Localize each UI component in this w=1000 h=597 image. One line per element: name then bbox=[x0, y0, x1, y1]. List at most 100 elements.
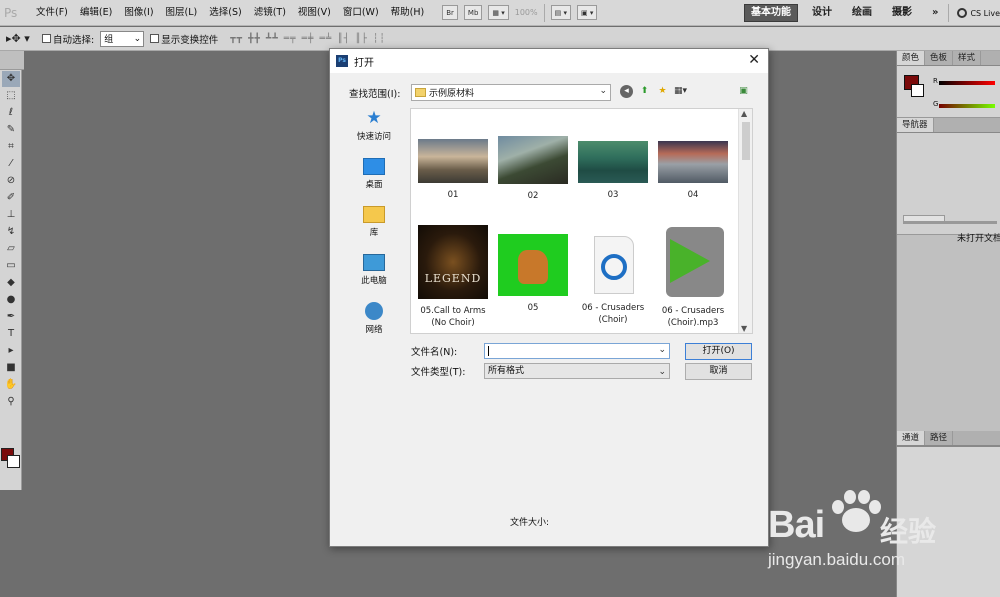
path-select-tool-icon[interactable]: ▸ bbox=[2, 343, 20, 359]
menu-select[interactable]: 选择(S) bbox=[203, 0, 247, 26]
tab-navigator[interactable]: 导航器 bbox=[897, 118, 934, 132]
workspace-painting[interactable]: 绘画 bbox=[842, 0, 882, 26]
menu-edit[interactable]: 编辑(E) bbox=[74, 0, 118, 26]
gradient-tool-icon[interactable]: ▭ bbox=[2, 258, 20, 274]
file-item[interactable]: 02 bbox=[494, 136, 572, 202]
tab-styles[interactable]: 样式 bbox=[953, 51, 982, 65]
menu-image[interactable]: 图像(I) bbox=[118, 0, 159, 26]
file-item[interactable]: 04 bbox=[654, 141, 732, 201]
tab-color[interactable]: 颜色 bbox=[897, 51, 926, 65]
background-color-swatch[interactable] bbox=[7, 455, 20, 468]
vertical-scrollbar[interactable]: ▲ ▼ bbox=[738, 109, 752, 333]
look-in-dropdown[interactable]: 示例原材料 ⌄ bbox=[411, 84, 611, 101]
clone-stamp-tool-icon[interactable]: ⊥ bbox=[2, 207, 20, 223]
workspace-essentials[interactable]: 基本功能 bbox=[743, 4, 798, 22]
shape-tool-icon[interactable]: ■ bbox=[2, 360, 20, 376]
marquee-tool-icon[interactable]: ⬚ bbox=[2, 88, 20, 104]
type-tool-icon[interactable]: T bbox=[2, 326, 20, 342]
workspace-design[interactable]: 设计 bbox=[802, 0, 842, 26]
zoom-level[interactable]: 100% bbox=[515, 8, 538, 17]
file-item[interactable]: LEGEND 05.Call to Arms (No Choir) bbox=[414, 225, 492, 329]
scroll-thumb[interactable] bbox=[742, 122, 750, 160]
show-transform-checkbox[interactable]: 显示变换控件 bbox=[150, 32, 218, 46]
distribute-right-icon[interactable]: ║├ bbox=[355, 34, 368, 44]
menu-window[interactable]: 窗口(W) bbox=[337, 0, 385, 26]
new-folder-icon[interactable]: ★ bbox=[656, 85, 669, 98]
auto-align-icon[interactable]: ┆┆ bbox=[373, 34, 386, 44]
background-color-swatch[interactable] bbox=[911, 84, 924, 97]
r-channel-slider[interactable] bbox=[939, 81, 995, 85]
checkbox-icon[interactable] bbox=[150, 34, 160, 43]
file-item[interactable]: 03 bbox=[574, 141, 652, 201]
cancel-button[interactable]: 取消 bbox=[685, 363, 752, 380]
align-middle-icon[interactable]: ╋╋ bbox=[248, 34, 261, 44]
scroll-up-icon[interactable]: ▲ bbox=[741, 109, 747, 118]
scroll-down-icon[interactable]: ▼ bbox=[741, 324, 747, 333]
move-tool-icon[interactable]: ✥ bbox=[2, 71, 20, 87]
history-brush-tool-icon[interactable]: ↯ bbox=[2, 224, 20, 240]
file-item[interactable]: 06 - Crusaders (Choir) bbox=[574, 234, 652, 326]
brush-tool-icon[interactable]: ✐ bbox=[2, 190, 20, 206]
place-network[interactable]: 网络 bbox=[340, 298, 408, 346]
more-workspaces-button[interactable]: » bbox=[922, 0, 948, 26]
distribute-left-icon[interactable]: ║┤ bbox=[337, 34, 350, 44]
place-this-pc[interactable]: 此电脑 bbox=[340, 250, 408, 298]
open-button[interactable]: 打开(O) bbox=[685, 343, 752, 360]
hand-tool-icon[interactable]: ✋ bbox=[2, 377, 20, 393]
zoom-tool-icon[interactable]: ⚲ bbox=[2, 394, 20, 410]
view-extras-button[interactable]: ▦ ▾ bbox=[488, 5, 509, 20]
file-item[interactable]: 05 bbox=[494, 234, 572, 314]
align-bottom-icon[interactable]: ┻┻ bbox=[266, 34, 279, 44]
tab-paths[interactable]: 路径 bbox=[925, 431, 954, 445]
menu-filter[interactable]: 滤镜(T) bbox=[248, 0, 292, 26]
bridge-button[interactable]: Br bbox=[442, 5, 458, 20]
auto-select-checkbox[interactable]: 自动选择: bbox=[42, 32, 94, 46]
pen-tool-icon[interactable]: ✒ bbox=[2, 309, 20, 325]
crop-tool-icon[interactable]: ⌗ bbox=[2, 139, 20, 155]
file-item[interactable]: 06 - Crusaders (Choir).mp3 bbox=[654, 225, 732, 329]
distribute-bottom-icon[interactable]: ═╧ bbox=[319, 34, 332, 44]
nav-zoom-slider[interactable] bbox=[903, 221, 997, 224]
menu-help[interactable]: 帮助(H) bbox=[385, 0, 431, 26]
arrange-documents-button[interactable]: ▤ ▾ bbox=[550, 5, 571, 20]
screen-mode-button[interactable]: ▣ ▾ bbox=[576, 5, 598, 20]
file-type-dropdown[interactable]: 所有格式 ⌄ bbox=[484, 363, 670, 379]
cs-live-button[interactable]: CS Live bbox=[948, 4, 1000, 22]
move-tool-icon[interactable]: ▸✥ ▾ bbox=[6, 32, 36, 45]
eraser-tool-icon[interactable]: ▱ bbox=[2, 241, 20, 257]
quick-select-tool-icon[interactable]: ✎ bbox=[2, 122, 20, 138]
view-menu-icon[interactable]: ▦▾ bbox=[674, 85, 687, 98]
layers-panel-tabs: 通道 路径 bbox=[897, 431, 1000, 446]
back-icon[interactable]: ◂ bbox=[620, 85, 633, 98]
distribute-top-icon[interactable]: ═╤ bbox=[284, 34, 297, 44]
auto-select-dropdown[interactable]: 组 ⌄ bbox=[100, 30, 145, 47]
lasso-tool-icon[interactable]: ℓ bbox=[2, 105, 20, 121]
file-name: 06 - Crusaders (Choir).mp3 bbox=[661, 306, 725, 328]
healing-brush-tool-icon[interactable]: ⊘ bbox=[2, 173, 20, 189]
place-quick-access[interactable]: ★ 快速访问 bbox=[340, 106, 408, 154]
workspace-photography[interactable]: 摄影 bbox=[882, 0, 922, 26]
menu-layer[interactable]: 图层(L) bbox=[160, 0, 204, 26]
file-list[interactable]: 01 02 03 04 LEGEND 05.Call to Arms (No C… bbox=[410, 108, 753, 334]
distribute-middle-icon[interactable]: ═╪ bbox=[302, 34, 315, 44]
close-icon[interactable]: ✕ bbox=[748, 52, 760, 68]
align-top-icon[interactable]: ┳┳ bbox=[230, 34, 243, 44]
file-name-input[interactable]: ⌄ bbox=[484, 343, 670, 359]
place-libraries[interactable]: 库 bbox=[340, 202, 408, 250]
eyedropper-tool-icon[interactable]: ⁄ bbox=[2, 156, 20, 172]
place-desktop[interactable]: 桌面 bbox=[340, 154, 408, 202]
g-channel-slider[interactable] bbox=[939, 104, 995, 108]
menu-view[interactable]: 视图(V) bbox=[292, 0, 337, 26]
chevron-down-icon[interactable]: ⌄ bbox=[658, 345, 666, 355]
recent-folder-icon[interactable]: ▣ bbox=[737, 85, 750, 98]
checkbox-icon[interactable] bbox=[42, 34, 51, 43]
blur-tool-icon[interactable]: ◆ bbox=[2, 275, 20, 291]
up-folder-icon[interactable]: ⬆ bbox=[638, 85, 651, 98]
dodge-tool-icon[interactable]: ● bbox=[2, 292, 20, 308]
tab-swatches[interactable]: 色板 bbox=[925, 51, 954, 65]
tab-channels[interactable]: 通道 bbox=[897, 431, 926, 445]
align-buttons[interactable]: ┳┳ ╋╋ ┻┻ ═╤ ═╪ ═╧ ║┤ ║├ ┆┆ bbox=[230, 34, 386, 44]
mini-bridge-button[interactable]: Mb bbox=[463, 5, 483, 20]
menu-file[interactable]: 文件(F) bbox=[30, 0, 74, 26]
file-item[interactable]: 01 bbox=[414, 139, 492, 201]
